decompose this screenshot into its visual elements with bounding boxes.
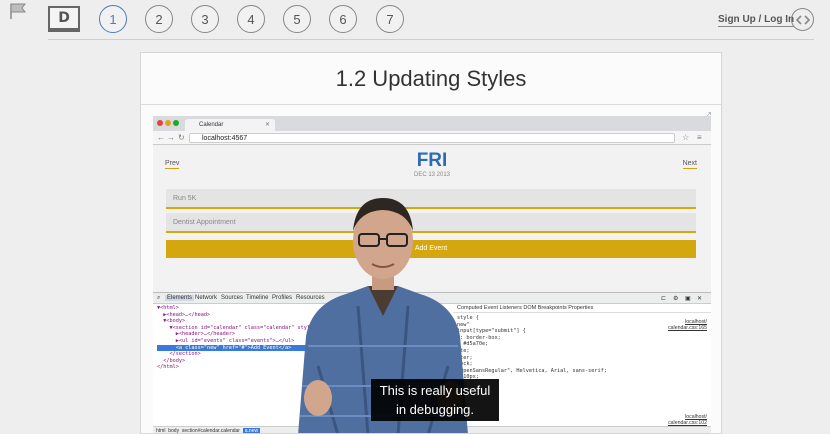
breadcrumb-item[interactable]: body — [168, 428, 179, 433]
style-line: g: border-box; — [457, 334, 501, 341]
minimize-window-icon[interactable] — [165, 120, 171, 126]
level-6-button[interactable]: 6 — [329, 5, 357, 33]
level-1-button[interactable]: 1 — [99, 5, 127, 33]
url-field[interactable]: localhost:4567 — [189, 133, 675, 143]
browser-tab-bar: Calendar ✕ — [153, 116, 711, 131]
maximize-window-icon[interactable] — [173, 120, 179, 126]
level-3-button[interactable]: 3 — [191, 5, 219, 33]
code-challenge-button[interactable] — [791, 8, 814, 31]
browser-tab-title: Calendar — [199, 122, 224, 128]
devtools-split-icon[interactable]: ▣ — [685, 295, 691, 302]
header-divider — [48, 39, 814, 40]
video-player[interactable]: Calendar ✕ ← → ↻ localhost:4567 ☆ ≡ Prev… — [153, 116, 711, 433]
flag-icon[interactable] — [9, 3, 27, 19]
stylesheet-link[interactable]: localhost/ calendar.css:102 — [668, 414, 707, 426]
tab-timeline[interactable]: Timeline — [246, 295, 268, 301]
video-caption: This is really useful in debugging. — [371, 379, 499, 421]
close-tab-icon[interactable]: ✕ — [265, 121, 270, 128]
tab-profiles[interactable]: Profiles — [272, 295, 292, 301]
level-2-button[interactable]: 2 — [145, 5, 173, 33]
style-line: lock; — [457, 361, 473, 368]
dock-icon[interactable]: ⊏ — [661, 295, 666, 302]
next-link[interactable]: Next — [682, 160, 697, 169]
devtools-search-icon[interactable]: ⌕ — [157, 295, 160, 302]
tab-elements[interactable]: Elements — [165, 295, 195, 301]
breadcrumb-current[interactable]: a.new — [242, 428, 261, 433]
lesson-card: 1.2 Updating Styles ⤢ Calendar ✕ ← → ↻ l… — [140, 52, 722, 434]
styles-sidebar-tabs[interactable]: Computed Event Listeners DOM Breakpoints… — [453, 304, 711, 313]
calendar-day: FRI — [416, 150, 448, 171]
tab-network[interactable]: Network — [195, 295, 217, 301]
forward-icon[interactable]: → — [167, 133, 175, 142]
calendar-date: DEC 13 2013 — [413, 172, 451, 178]
menu-icon[interactable]: ≡ — [697, 133, 702, 142]
level-4-button[interactable]: 4 — [237, 5, 265, 33]
code-icon — [795, 14, 810, 25]
caption-line: This is really useful — [379, 383, 491, 398]
browser-address-bar: ← → ↻ localhost:4567 ☆ ≡ — [153, 131, 711, 145]
reload-icon[interactable]: ↻ — [178, 133, 185, 142]
lesson-title: 1.2 Updating Styles — [141, 53, 721, 105]
back-icon[interactable]: ← — [157, 133, 165, 142]
stylesheet-file[interactable]: calendar.css:165 — [668, 325, 707, 331]
signup-login-link[interactable]: Sign Up / Log In — [718, 14, 795, 27]
breadcrumb-item[interactable]: section#calendar.calendar — [182, 428, 240, 433]
browser-tab[interactable]: Calendar ✕ — [185, 119, 275, 131]
style-line: ite; — [457, 347, 470, 354]
level-7-button[interactable]: 7 — [376, 5, 404, 33]
style-line: #d5a70e; — [457, 341, 489, 348]
level-5-button[interactable]: 5 — [283, 5, 311, 33]
style-line: "OpenSansRegular", Helvetica, Arial, san… — [457, 367, 607, 374]
breadcrumb-item[interactable]: html — [156, 428, 165, 433]
bookmark-star-icon[interactable]: ☆ — [682, 133, 689, 142]
close-window-icon[interactable] — [157, 120, 163, 126]
stylesheet-link[interactable]: localhost/ calendar.css:165 — [668, 319, 707, 331]
devtools-close-icon[interactable]: ✕ — [697, 295, 702, 302]
style-line: nter; — [457, 354, 473, 361]
settings-gear-icon[interactable]: ⚙ — [673, 295, 678, 302]
tab-sources[interactable]: Sources — [221, 295, 243, 301]
course-badge[interactable]: D — [48, 6, 80, 32]
caption-line: in debugging. — [395, 402, 475, 417]
